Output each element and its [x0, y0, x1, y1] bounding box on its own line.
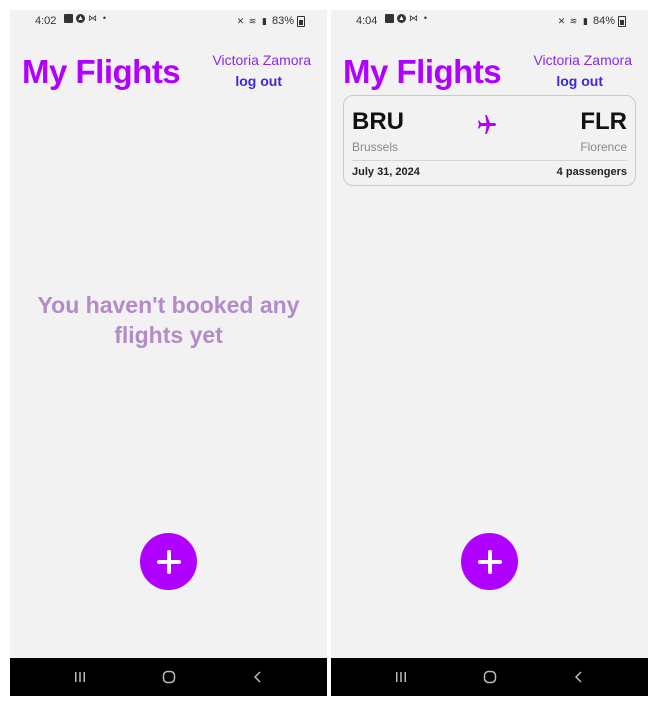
gallery-notification-icon [385, 14, 394, 23]
home-button[interactable] [139, 658, 199, 696]
system-nav-bar [331, 658, 648, 696]
battery-percent: 83% [271, 15, 294, 27]
battery-icon [297, 15, 305, 27]
back-button[interactable] [549, 658, 609, 696]
signal-icon: ▮ [582, 15, 588, 26]
plus-icon [156, 549, 181, 574]
wifi-icon: ≋ [248, 15, 257, 26]
page-title: My Flights [343, 53, 502, 90]
mute-icon: ✕ [557, 15, 566, 26]
add-flight-button[interactable] [461, 533, 518, 590]
back-icon [253, 671, 261, 683]
app-notification-icon: ▲ [76, 14, 85, 23]
recent-apps-button[interactable] [371, 658, 431, 696]
status-bar: 4:02 ▲ ⋈ • ✕ ≋ ▮ 83% [10, 10, 327, 34]
origin-airport-code: BRU [352, 108, 404, 135]
logout-link[interactable]: log out [235, 73, 282, 89]
status-time: 4:04 [356, 15, 378, 27]
logout-link[interactable]: log out [556, 73, 603, 89]
back-icon [574, 671, 582, 683]
battery-percent: 84% [592, 15, 615, 27]
mail-notification-icon: ⋈ [88, 13, 97, 23]
recent-apps-icon [75, 672, 85, 682]
wifi-icon: ≋ [569, 15, 578, 26]
status-bar: 4:04 ▲ ⋈ • ✕ ≋ ▮ 84% [331, 10, 648, 34]
back-button[interactable] [228, 658, 288, 696]
card-divider [352, 160, 627, 161]
flight-date: July 31, 2024 [352, 166, 420, 178]
home-icon [162, 670, 176, 684]
destination-airport-code: FLR [580, 108, 627, 135]
phone-screen-flights: 4:04 ▲ ⋈ • ✕ ≋ ▮ 84% My Flights Victoria… [331, 10, 648, 696]
mail-notification-icon: ⋈ [409, 13, 418, 23]
home-button[interactable] [460, 658, 520, 696]
mute-icon: ✕ [236, 15, 245, 26]
plus-icon [477, 549, 502, 574]
page-title: My Flights [22, 53, 181, 90]
add-flight-button[interactable] [140, 533, 197, 590]
origin-city: Brussels [352, 140, 399, 154]
passenger-count: 4 passengers [556, 166, 627, 178]
more-notifications-icon: • [423, 13, 428, 23]
status-time: 4:02 [35, 15, 57, 27]
airplane-icon [478, 115, 496, 134]
phone-screen-empty: 4:02 ▲ ⋈ • ✕ ≋ ▮ 83% My Flights Victoria… [10, 10, 327, 696]
more-notifications-icon: • [102, 13, 107, 23]
home-icon [483, 670, 497, 684]
signal-icon: ▮ [261, 15, 267, 26]
system-nav-bar [10, 658, 327, 696]
destination-city: Florence [580, 140, 627, 154]
flight-card[interactable]: BRU FLR Brussels Florence July 31, 2024 … [343, 95, 636, 186]
empty-state-message: You haven't booked any flights yet [37, 292, 300, 348]
battery-icon [618, 15, 626, 27]
app-notification-icon: ▲ [397, 14, 406, 23]
user-name: Victoria Zamora [533, 52, 632, 68]
recent-apps-button[interactable] [50, 658, 110, 696]
gallery-notification-icon [64, 14, 73, 23]
user-name: Victoria Zamora [212, 52, 311, 68]
recent-apps-icon [396, 672, 406, 682]
